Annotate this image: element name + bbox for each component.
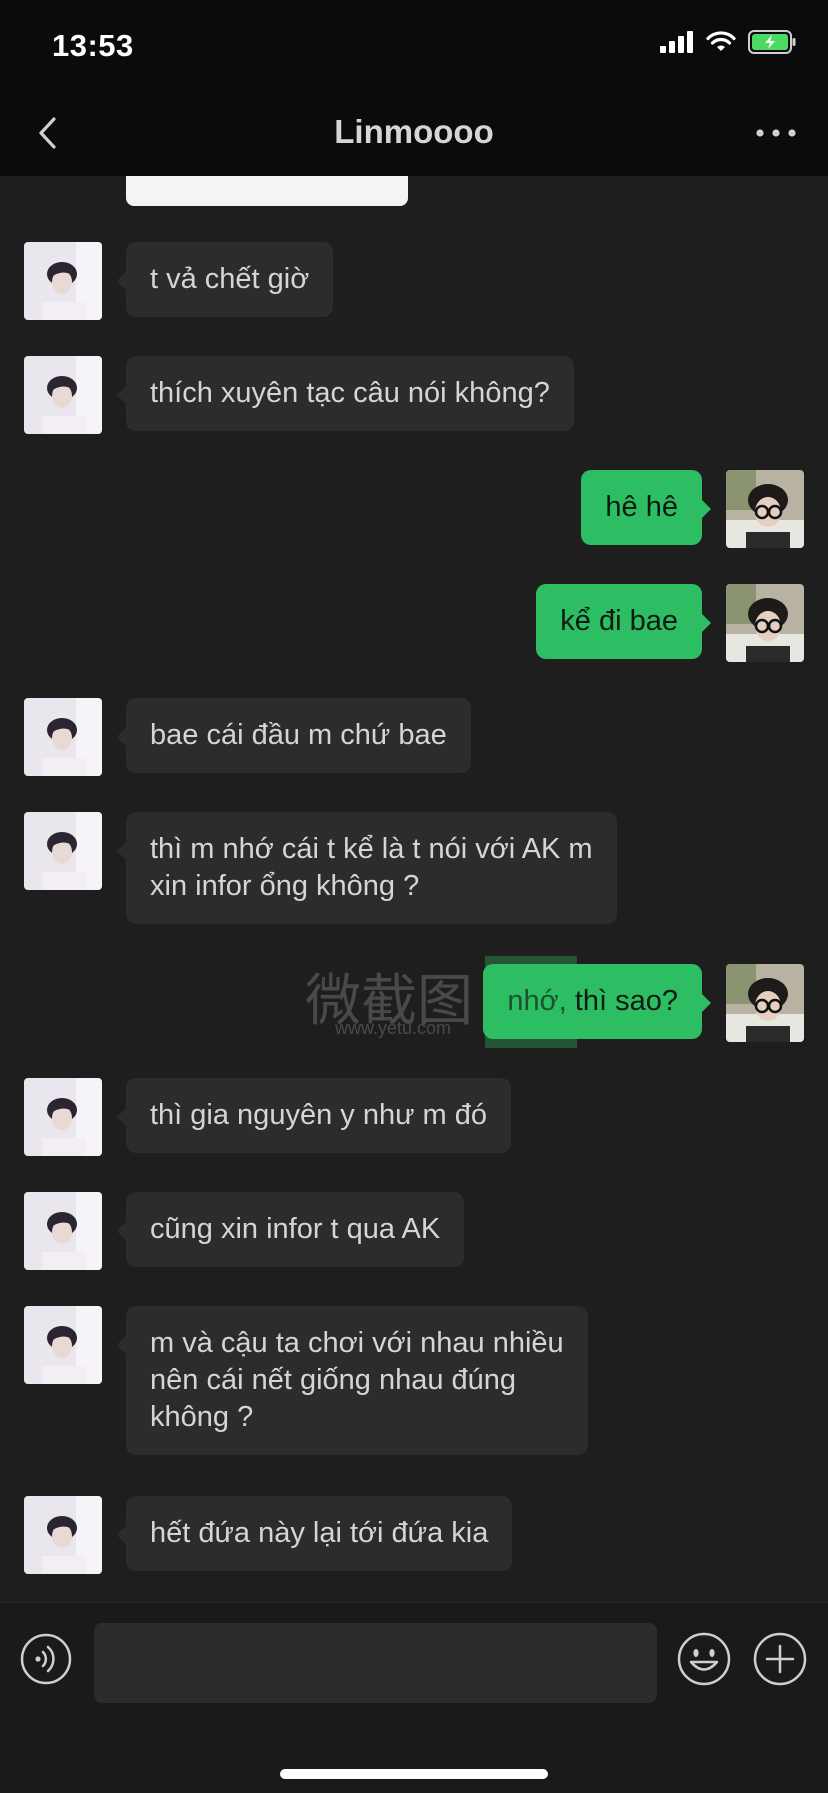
message-bubble-outgoing[interactable]: hê hê xyxy=(581,470,711,545)
message-input[interactable] xyxy=(94,1623,657,1703)
message-bubble-outgoing[interactable]: nhớ, thì sao? xyxy=(483,964,711,1039)
status-time: 13:53 xyxy=(52,28,134,63)
contact-avatar[interactable] xyxy=(24,1496,102,1574)
voice-icon[interactable] xyxy=(20,1633,72,1685)
contact-avatar[interactable] xyxy=(24,1306,102,1384)
status-icons xyxy=(660,30,796,54)
message-bubble-incoming[interactable]: cũng xin infor t qua AK xyxy=(116,1192,465,1267)
battery-charging-icon xyxy=(748,30,796,54)
message-bubble-incoming[interactable]: thì m nhớ cái t kể là t nói với AK m xin… xyxy=(117,812,617,924)
signal-icon xyxy=(660,31,693,53)
watermark-text: 微截图 xyxy=(305,969,473,1034)
contact-avatar[interactable] xyxy=(24,356,102,434)
status-bar: 13:53 xyxy=(0,0,828,90)
image-message-partial[interactable] xyxy=(126,176,408,206)
message-bubble-incoming[interactable]: t vả chết giờ xyxy=(116,242,334,317)
message-bubble-incoming[interactable]: hết đứa này lại tới đứa kia xyxy=(116,1496,513,1571)
contact-avatar[interactable] xyxy=(24,1192,102,1270)
message-bubble-incoming[interactable]: m và cậu ta chơi với nhau nhiều nên cái … xyxy=(117,1306,588,1455)
my-avatar[interactable] xyxy=(726,584,804,662)
chat-title: Linmoooo xyxy=(334,113,494,150)
message-bubble-incoming[interactable]: bae cái đầu m chứ bae xyxy=(117,698,471,773)
more-dots-icon[interactable] xyxy=(752,120,800,146)
chat-messages[interactable]: t vả chết giờ thích xuyên tạc câu nói kh… xyxy=(0,176,828,1602)
wifi-icon xyxy=(706,31,736,51)
message-bubble-incoming[interactable]: thích xuyên tạc câu nói không? xyxy=(117,356,574,431)
watermark-url: www.yetu.com xyxy=(335,1018,452,1038)
contact-avatar[interactable] xyxy=(24,1078,102,1156)
message-bubble-outgoing[interactable]: kể đi bae xyxy=(536,584,711,659)
my-avatar[interactable] xyxy=(726,964,804,1042)
my-avatar[interactable] xyxy=(726,470,804,548)
home-indicator xyxy=(280,1769,548,1779)
contact-avatar[interactable] xyxy=(24,242,102,320)
message-bubble-incoming[interactable]: thì gia nguyên y như m đó xyxy=(116,1078,512,1153)
input-bar xyxy=(0,1602,828,1793)
chat-header: Linmoooo xyxy=(0,90,828,176)
contact-avatar[interactable] xyxy=(24,812,102,890)
emoji-icon[interactable] xyxy=(676,1631,732,1687)
plus-icon[interactable] xyxy=(752,1631,808,1687)
contact-avatar[interactable] xyxy=(24,698,102,776)
